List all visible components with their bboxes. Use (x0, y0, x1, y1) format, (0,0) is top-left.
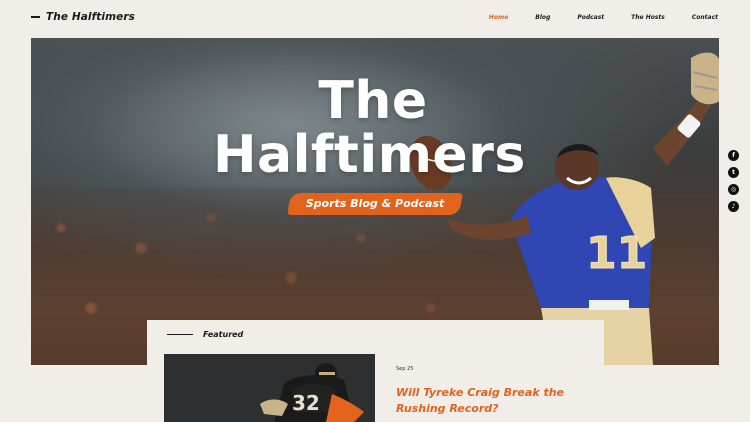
site-header: The Halftimers Home Blog Podcast The Hos… (0, 0, 750, 38)
featured-rule (167, 333, 193, 336)
post-thumbnail-image: 32 (164, 354, 375, 422)
hero-title-line2: Halftimers (213, 125, 526, 185)
site-logo[interactable]: The Halftimers (31, 11, 135, 23)
hero-banner: 11 The Halftimers Sports Blog & Podcast (31, 38, 719, 365)
logo-text: The Halftimers (46, 11, 135, 23)
nav-home[interactable]: Home (489, 14, 508, 21)
page: The Halftimers Home Blog Podcast The Hos… (0, 0, 750, 422)
featured-header: Featured (167, 330, 243, 339)
post-thumbnail[interactable]: 32 (164, 354, 375, 422)
featured-section: Featured 32 Sep 25 Will Tyreke Craig Bre… (147, 320, 604, 422)
tiktok-icon[interactable]: ♪ (728, 201, 739, 212)
social-bar: f t ◎ ♪ (728, 150, 739, 212)
tagline-banner: Sports Blog & Podcast (287, 193, 463, 215)
jersey-number: 11 (586, 228, 647, 279)
featured-label: Featured (203, 330, 244, 339)
nav-contact[interactable]: Contact (692, 14, 718, 21)
hero-title: The Halftimers (213, 71, 525, 182)
post-title-link[interactable]: Will Tyreke Craig Break the Rushing Reco… (396, 385, 586, 417)
nav-the-hosts[interactable]: The Hosts (631, 14, 665, 21)
main-nav: Home Blog Podcast The Hosts Contact (489, 14, 718, 21)
hero-title-line1: The (318, 71, 428, 131)
facebook-icon[interactable]: f (728, 150, 739, 161)
nav-podcast[interactable]: Podcast (577, 14, 604, 21)
twitter-icon[interactable]: t (728, 167, 739, 178)
nav-blog[interactable]: Blog (535, 14, 550, 21)
post-date: Sep 25 (396, 366, 414, 372)
instagram-icon[interactable]: ◎ (728, 184, 739, 195)
logo-dash (31, 16, 40, 18)
tagline-text: Sports Blog & Podcast (305, 197, 445, 210)
svg-text:32: 32 (292, 391, 320, 415)
